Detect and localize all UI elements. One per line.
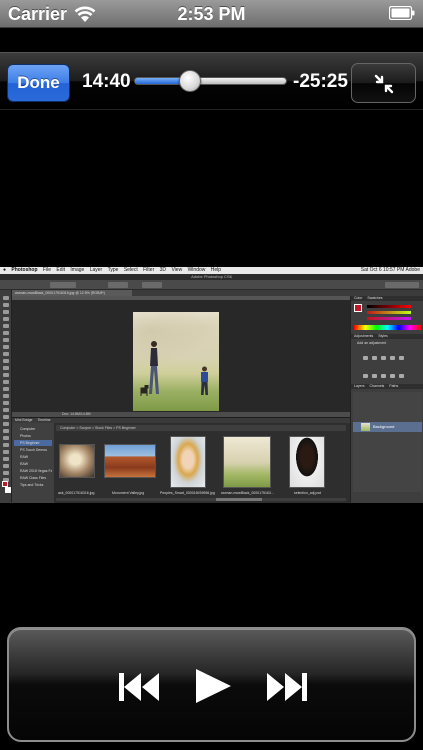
menubar-item: File [42,267,51,273]
thumbnail-caption: Peoples_Smart_000016939956.jpg [160,491,215,495]
folder-item: RAW 2018 Vegas Fa [20,469,52,473]
scrubber-track[interactable] [134,77,287,85]
video-frame[interactable]: ● Photoshop File Edit Image Layer Type S… [0,267,423,503]
panel-tab: Adjustments [354,334,374,338]
menubar-item: Edit [56,267,65,273]
exit-fullscreen-icon [374,74,394,94]
menubar-user: Adobe [405,267,420,273]
panel-tab: Swatches [367,296,383,300]
photoshop-options-bar [0,280,423,290]
thumbnail [104,444,156,478]
folder-item: PS Beginner [14,440,52,446]
menubar-item: Window [187,267,206,273]
folder-item: Tips and Tricks [20,483,44,487]
next-button[interactable] [265,671,309,703]
color-swatch [354,304,362,312]
menubar-clock: Sat Oct 6 10:57 PM [360,267,405,273]
menubar-item: Select [123,267,138,273]
thumbnail [223,436,271,488]
bridge-tabs: Mini Bridge Timeline [12,418,350,423]
done-button[interactable]: Done [7,64,70,102]
layer-row: Background [353,422,422,432]
blue-slider [367,317,411,320]
bridge-path: Computer > Scoyne > Stock Files > PS Beg… [56,425,346,431]
thumbnail [59,444,95,478]
status-bar: Carrier 2:53 PM [0,0,423,28]
battery-icon [389,6,415,20]
carrier-label: Carrier [8,4,68,24]
thumbnail [170,436,206,488]
red-slider [367,305,411,308]
thumbnail-caption: selection_adj.psd [294,491,322,495]
ruler [12,296,350,300]
thumbnail-caption: woman-mowBlack_0000175163... [221,491,274,495]
panel-tab: Channels [369,384,385,388]
menubar-item: 3D [159,267,167,273]
thumbnail-caption: Monument Valley.jpg [112,491,145,495]
adjustments-panel-tabs: Adjustments Styles [351,334,423,339]
person-figure [149,341,159,394]
panel-tab: Mini Bridge [15,418,33,422]
color-panel-tabs: Color Swatches [351,296,423,301]
fullscreen-toggle-button[interactable] [351,63,416,103]
bridge-folder-list: Computer Photos PS Beginner PS Touch Dem… [12,423,54,503]
menubar-item: Type [107,267,119,273]
dog-figure [140,385,149,396]
child-figure [201,366,208,395]
folder-item: Photos [20,434,31,438]
skip-next-icon [267,673,307,701]
mini-bridge-panel: Mini Bridge Timeline Computer Photos PS … [12,417,350,503]
skip-previous-icon [119,673,159,701]
menubar-app-name: Photoshop [11,267,38,273]
panel-tab: Paths [389,384,399,388]
mac-menubar: ● Photoshop File Edit Image Layer Type S… [0,267,423,274]
adjustment-icons [361,348,411,396]
adjustments-hint: Add an adjustment [357,341,387,345]
green-slider [367,311,411,314]
menubar-item: Image [70,267,85,273]
folder-item: RAW [20,455,29,459]
canvas-photo [133,312,219,411]
menubar-item: Filter [143,267,155,273]
layers-panel-tabs: Layers Channels Paths [351,384,423,389]
apple-icon: ● [3,267,7,273]
bridge-scrollbar [56,498,346,501]
panel-tab: Layers [354,384,365,388]
panel-tab: Color [354,296,363,300]
previous-button[interactable] [117,671,161,703]
color-spectrum [354,325,421,330]
remaining-time: -25:25 [293,71,348,92]
menubar-item: Help [210,267,222,273]
layer-name: Background [373,424,395,429]
menubar-item: Layer [89,267,103,273]
folder-item: RAW [20,462,29,466]
transport-controls [7,627,416,742]
thumbnail-caption: ask_000017516316.jpg [58,491,95,495]
play-icon [196,669,231,703]
panel-tab: Styles [378,334,388,338]
layers-list: Background [353,392,422,492]
thumbnail [289,436,325,488]
scrubber-thumb[interactable] [178,70,201,92]
layer-thumbnail [361,423,370,431]
folder-item: PS Touch Demos [20,448,47,452]
photoshop-toolbar [0,290,12,503]
menubar-item: View [171,267,183,273]
panel-tab: Timeline [37,418,51,422]
elapsed-time: 14:40 [82,71,131,92]
photoshop-right-panels: Color Swatches Adjustments Styles Add an… [350,296,423,503]
folder-item: Computer [20,427,36,431]
play-button[interactable] [193,667,233,705]
background-color-swatch [5,487,11,493]
folder-item: RAW Class Files [20,476,47,480]
wifi-icon [74,6,96,22]
